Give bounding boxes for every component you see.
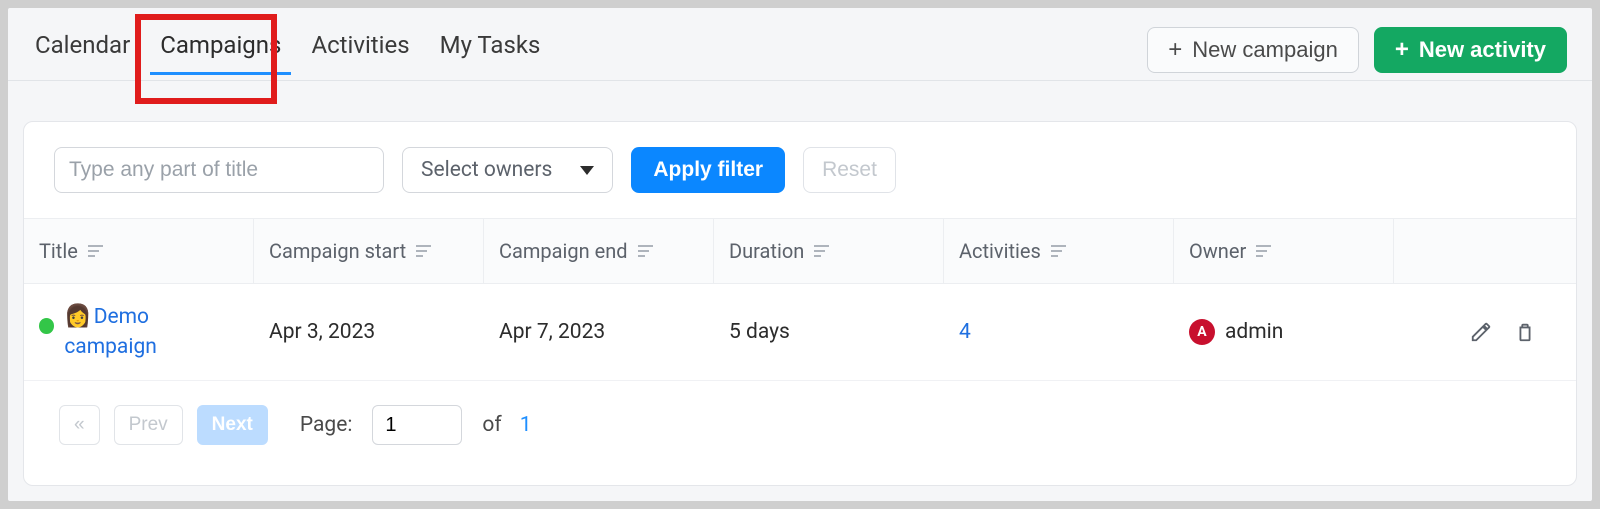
sort-icon (1256, 245, 1271, 257)
col-campaign-end[interactable]: Campaign end (484, 219, 714, 283)
campaign-title-link[interactable]: 👩Demo campaign (64, 302, 239, 362)
campaigns-panel: Select owners Apply filter Reset Title C… (23, 121, 1577, 486)
plus-icon: + (1395, 38, 1409, 62)
page-label: Page: (300, 413, 353, 437)
tabs: Calendar Campaigns Activities My Tasks (23, 19, 552, 81)
tab-my-tasks[interactable]: My Tasks (428, 19, 553, 81)
owner-avatar: A (1189, 319, 1215, 345)
owner-name: admin (1225, 320, 1283, 344)
sort-icon (1051, 245, 1066, 257)
edit-icon[interactable] (1470, 321, 1492, 343)
pagination: « Prev Next Page: of 1 (24, 381, 1576, 469)
status-dot (39, 318, 54, 334)
cell-duration: 5 days (714, 302, 944, 362)
col-owner[interactable]: Owner (1174, 219, 1394, 283)
cell-start: Apr 3, 2023 (254, 302, 484, 362)
new-campaign-label: New campaign (1192, 37, 1338, 63)
select-owners-dropdown[interactable]: Select owners (402, 147, 613, 193)
table-row: 👩Demo campaign Apr 3, 2023 Apr 7, 2023 5… (24, 284, 1576, 381)
col-title[interactable]: Title (24, 219, 254, 283)
tab-campaigns[interactable]: Campaigns (148, 19, 293, 81)
cell-end: Apr 7, 2023 (484, 302, 714, 362)
sort-icon (416, 245, 431, 257)
new-activity-label: New activity (1419, 37, 1546, 63)
reset-filter-button[interactable]: Reset (803, 147, 896, 193)
activities-count-link[interactable]: 4 (959, 320, 971, 344)
new-activity-button[interactable]: + New activity (1374, 27, 1567, 73)
page-number-input[interactable] (372, 405, 462, 445)
filters-bar: Select owners Apply filter Reset (24, 122, 1576, 218)
delete-icon[interactable] (1514, 321, 1536, 343)
total-pages[interactable]: 1 (520, 413, 532, 437)
new-campaign-button[interactable]: + New campaign (1147, 27, 1359, 73)
of-label: of (482, 413, 501, 437)
sort-icon (638, 245, 653, 257)
table-header: Title Campaign start Campaign end Durati… (24, 218, 1576, 284)
prev-page-button[interactable]: Prev (114, 405, 183, 445)
col-activities[interactable]: Activities (944, 219, 1174, 283)
chevron-down-icon (580, 166, 594, 175)
select-owners-label: Select owners (421, 158, 552, 182)
tab-calendar[interactable]: Calendar (23, 19, 142, 81)
tab-activities[interactable]: Activities (299, 19, 421, 81)
first-page-button[interactable]: « (59, 405, 100, 445)
col-actions (1394, 219, 1564, 283)
col-duration[interactable]: Duration (714, 219, 944, 283)
plus-icon: + (1168, 38, 1182, 62)
title-search-input[interactable] (54, 147, 384, 193)
sort-icon (814, 245, 829, 257)
apply-filter-button[interactable]: Apply filter (631, 147, 785, 193)
campaign-emoji: 👩 (64, 304, 91, 329)
col-campaign-start[interactable]: Campaign start (254, 219, 484, 283)
sort-icon (88, 245, 103, 257)
next-page-button[interactable]: Next (197, 405, 268, 445)
